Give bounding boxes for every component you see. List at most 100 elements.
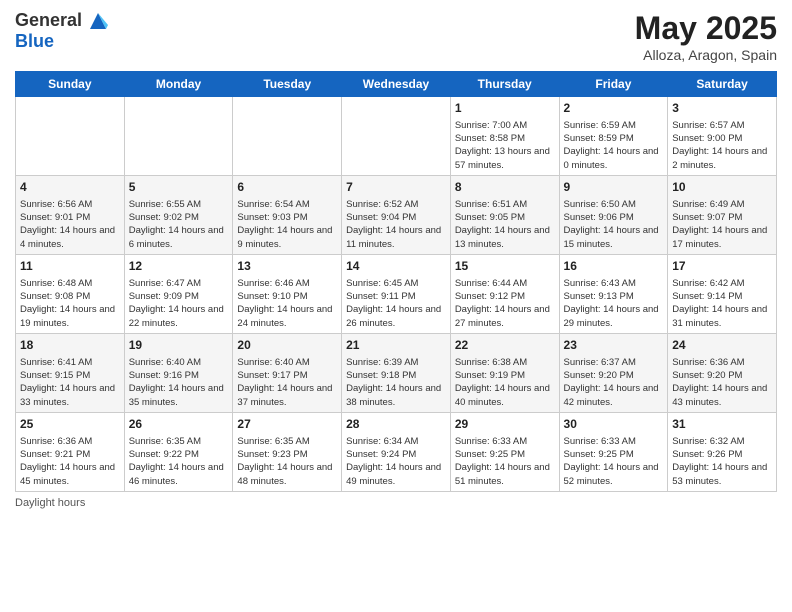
daylight-text: Daylight: 14 hours and 31 minutes. (672, 303, 772, 330)
sunset-text: Sunset: 9:02 PM (129, 211, 229, 224)
daylight-text: Daylight: 14 hours and 0 minutes. (564, 145, 664, 172)
cell-content: 16Sunrise: 6:43 AMSunset: 9:13 PMDayligh… (564, 258, 664, 330)
cell-content: 14Sunrise: 6:45 AMSunset: 9:11 PMDayligh… (346, 258, 446, 330)
daylight-text: Daylight: 14 hours and 45 minutes. (20, 461, 120, 488)
day-number: 5 (129, 179, 229, 196)
calendar-cell: 2Sunrise: 6:59 AMSunset: 8:59 PMDaylight… (559, 97, 668, 176)
daylight-text: Daylight: 14 hours and 13 minutes. (455, 224, 555, 251)
sunrise-text: Sunrise: 6:36 AM (672, 356, 772, 369)
sunset-text: Sunset: 9:18 PM (346, 369, 446, 382)
cell-content: 20Sunrise: 6:40 AMSunset: 9:17 PMDayligh… (237, 337, 337, 409)
calendar-cell: 20Sunrise: 6:40 AMSunset: 9:17 PMDayligh… (233, 333, 342, 412)
sunset-text: Sunset: 9:03 PM (237, 211, 337, 224)
day-of-week-header: Sunday (16, 72, 125, 97)
daylight-text: Daylight: 14 hours and 46 minutes. (129, 461, 229, 488)
cell-content: 23Sunrise: 6:37 AMSunset: 9:20 PMDayligh… (564, 337, 664, 409)
cell-content: 7Sunrise: 6:52 AMSunset: 9:04 PMDaylight… (346, 179, 446, 251)
calendar-cell: 12Sunrise: 6:47 AMSunset: 9:09 PMDayligh… (124, 254, 233, 333)
sunset-text: Sunset: 9:25 PM (564, 448, 664, 461)
cell-content: 2Sunrise: 6:59 AMSunset: 8:59 PMDaylight… (564, 100, 664, 172)
daylight-text: Daylight: 14 hours and 53 minutes. (672, 461, 772, 488)
cell-content: 1Sunrise: 7:00 AMSunset: 8:58 PMDaylight… (455, 100, 555, 172)
calendar-week-row: 1Sunrise: 7:00 AMSunset: 8:58 PMDaylight… (16, 97, 777, 176)
calendar-cell: 29Sunrise: 6:33 AMSunset: 9:25 PMDayligh… (450, 412, 559, 491)
sunset-text: Sunset: 9:09 PM (129, 290, 229, 303)
calendar: SundayMondayTuesdayWednesdayThursdayFrid… (15, 71, 777, 492)
sunset-text: Sunset: 9:17 PM (237, 369, 337, 382)
day-number: 8 (455, 179, 555, 196)
sunrise-text: Sunrise: 6:54 AM (237, 198, 337, 211)
sunrise-text: Sunrise: 6:39 AM (346, 356, 446, 369)
cell-content: 21 Sunrise: 6:39 AMSunset: 9:18 PMDayligh… (346, 337, 446, 409)
day-number: 25 (20, 416, 120, 433)
day-number: 29 (455, 416, 555, 433)
cell-content: 24Sunrise: 6:36 AMSunset: 9:20 PMDayligh… (672, 337, 772, 409)
sunrise-text: Sunrise: 6:56 AM (20, 198, 120, 211)
sunrise-text: Sunrise: 6:33 AM (564, 435, 664, 448)
cell-content: 22Sunrise: 6:38 AMSunset: 9:19 PMDayligh… (455, 337, 555, 409)
calendar-cell: 24Sunrise: 6:36 AMSunset: 9:20 PMDayligh… (668, 333, 777, 412)
cell-content: 10Sunrise: 6:49 AMSunset: 9:07 PMDayligh… (672, 179, 772, 251)
sunset-text: Sunset: 9:20 PM (564, 369, 664, 382)
sunset-text: Sunset: 9:19 PM (455, 369, 555, 382)
daylight-text: Daylight: 14 hours and 27 minutes. (455, 303, 555, 330)
daylight-text: Daylight: 14 hours and 2 minutes. (672, 145, 772, 172)
calendar-cell: 9Sunrise: 6:50 AMSunset: 9:06 PMDaylight… (559, 175, 668, 254)
calendar-cell: 19Sunrise: 6:40 AMSunset: 9:16 PMDayligh… (124, 333, 233, 412)
daylight-text: Daylight: 14 hours and 6 minutes. (129, 224, 229, 251)
day-of-week-header: Saturday (668, 72, 777, 97)
sunset-text: Sunset: 9:06 PM (564, 211, 664, 224)
calendar-cell: 21 Sunrise: 6:39 AMSunset: 9:18 PMDayligh… (342, 333, 451, 412)
calendar-week-row: 4 Sunrise: 6:56 AMSunset: 9:01 PM Daylight… (16, 175, 777, 254)
day-number: 31 (672, 416, 772, 433)
day-number: 15 (455, 258, 555, 275)
sunset-text: Sunset: 9:21 PM (20, 448, 120, 461)
calendar-cell: 26Sunrise: 6:35 AMSunset: 9:22 PMDayligh… (124, 412, 233, 491)
sunrise-text: Sunrise: 6:40 AM (129, 356, 229, 369)
day-number: 28 (346, 416, 446, 433)
calendar-cell: 3Sunrise: 6:57 AMSunset: 9:00 PMDaylight… (668, 97, 777, 176)
sunset-text: Sunset: 9:24 PM (346, 448, 446, 461)
day-number: 20 (237, 337, 337, 354)
cell-content: 28Sunrise: 6:34 AMSunset: 9:24 PMDayligh… (346, 416, 446, 488)
daylight-text: Daylight: 14 hours and 26 minutes. (346, 303, 446, 330)
sunrise-text: Sunrise: 6:43 AM (564, 277, 664, 290)
calendar-cell: 5Sunrise: 6:55 AMSunset: 9:02 PMDaylight… (124, 175, 233, 254)
sunrise-text: Sunrise: 7:00 AM (455, 119, 555, 132)
cell-content: 12Sunrise: 6:47 AMSunset: 9:09 PMDayligh… (129, 258, 229, 330)
daylight-text: Daylight: 14 hours and 38 minutes. (346, 382, 446, 409)
location: Alloza, Aragon, Spain (635, 47, 777, 63)
sunset-text: Sunset: 9:10 PM (237, 290, 337, 303)
calendar-cell: 30Sunrise: 6:33 AMSunset: 9:25 PMDayligh… (559, 412, 668, 491)
calendar-week-row: 18Sunrise: 6:41 AMSunset: 9:15 PMDayligh… (16, 333, 777, 412)
daylight-text: Daylight: 14 hours and 43 minutes. (672, 382, 772, 409)
day-number: 4 (20, 179, 120, 196)
day-number: 12 (129, 258, 229, 275)
daylight-text: Daylight: 14 hours and 22 minutes. (129, 303, 229, 330)
sunrise-text: Sunrise: 6:35 AM (237, 435, 337, 448)
day-number: 21 (346, 337, 446, 354)
sunset-text: Sunset: 9:20 PM (672, 369, 772, 382)
day-number: 7 (346, 179, 446, 196)
cell-content: 4Sunrise: 6:56 AMSunset: 9:01 PMDaylight… (20, 179, 120, 251)
sunset-text: Sunset: 9:01 PM (20, 211, 120, 224)
sunset-text: Sunset: 9:14 PM (672, 290, 772, 303)
sunset-text: Sunset: 9:15 PM (20, 369, 120, 382)
daylight-text: Daylight: 14 hours and 24 minutes. (237, 303, 337, 330)
footer-note: Daylight hours (15, 497, 777, 509)
daylight-text: Daylight: 14 hours and 35 minutes. (129, 382, 229, 409)
sunset-text: Sunset: 9:04 PM (346, 211, 446, 224)
daylight-text: Daylight: 14 hours and 19 minutes. (20, 303, 120, 330)
calendar-cell: 25Sunrise: 6:36 AMSunset: 9:21 PMDayligh… (16, 412, 125, 491)
sunrise-text: Sunrise: 6:32 AM (672, 435, 772, 448)
month-title: May 2025 (635, 10, 777, 47)
logo-blue: Blue (15, 31, 108, 52)
daylight-text: Daylight: 14 hours and 9 minutes. (237, 224, 337, 251)
calendar-cell: 17Sunrise: 6:42 AMSunset: 9:14 PMDayligh… (668, 254, 777, 333)
calendar-cell (233, 97, 342, 176)
cell-content: 11Sunrise: 6:48 AMSunset: 9:08 PMDayligh… (20, 258, 120, 330)
day-number: 17 (672, 258, 772, 275)
day-number: 6 (237, 179, 337, 196)
day-number: 16 (564, 258, 664, 275)
cell-content: 15Sunrise: 6:44 AMSunset: 9:12 PMDayligh… (455, 258, 555, 330)
